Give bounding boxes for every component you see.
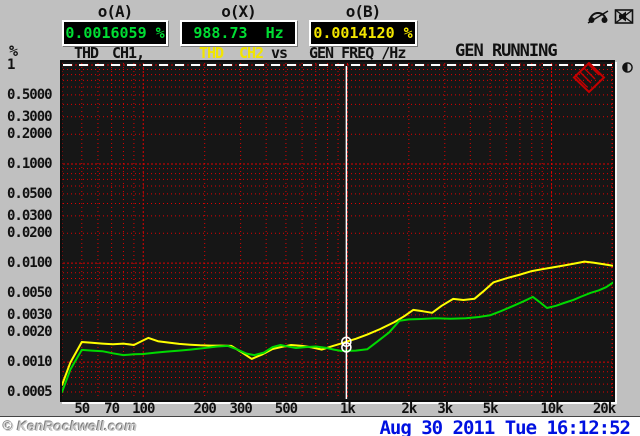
watermark: © KenRockwell.com — [3, 418, 138, 434]
x-tick-label: 200 — [193, 401, 217, 417]
timestamp: Aug 30 2011 Tue 16:12:52 — [379, 417, 631, 436]
x-tick-label: 2k — [401, 401, 417, 417]
speaker-muted-icon — [614, 9, 634, 24]
y-tick-label: 0.0500 — [7, 185, 53, 202]
headset-muted-icon — [587, 10, 609, 24]
x-tick-label: 70 — [104, 401, 120, 417]
readout-b-value: 0.0014120 % — [313, 24, 413, 42]
header-icons — [587, 8, 634, 25]
readout-a-label: o(A) — [97, 2, 134, 21]
thd-vs-frequency-plot — [60, 60, 615, 402]
contrast-icon — [622, 62, 633, 73]
y-tick-label: 0.0005 — [7, 384, 53, 400]
y-tick-label: 0.5000 — [7, 86, 53, 103]
y-tick-label: 0.3000 — [7, 108, 53, 125]
generator-status: GEN RUNNING — [455, 41, 558, 61]
y-tick-label: 0.0030 — [7, 306, 53, 323]
y-tick-label: 0.0300 — [7, 207, 53, 224]
x-tick-label: 100 — [132, 401, 155, 417]
y-tick-label: 0.0200 — [7, 225, 53, 242]
trace-curves — [61, 260, 614, 393]
y-tick-label: 0.0020 — [7, 324, 53, 341]
x-tick-label: 5k — [482, 401, 499, 417]
x-tick-label: 300 — [229, 401, 252, 417]
readout-b-label: o(B) — [345, 2, 382, 21]
readout-b-display: 0.0014120 % — [309, 20, 417, 46]
readout-x-value: 988.73 Hz — [193, 24, 284, 42]
x-tick-label: 50 — [74, 401, 90, 417]
x-tick-label: 10k — [540, 401, 563, 417]
audio-analyzer-screenshot: o(A) 0.0016059 % o(X) 988.73 Hz o(B) 0.0… — [0, 0, 640, 436]
x-tick-label: 1k — [339, 401, 356, 417]
x-tick-label: 3k — [437, 401, 453, 417]
y-tick-label: 0.0100 — [7, 255, 53, 272]
y-tick-label: 0.0010 — [7, 354, 53, 371]
readout-x-display: 988.73 Hz — [180, 20, 297, 46]
y-tick-label: 1 — [7, 57, 16, 73]
y-tick-label: 0.1000 — [7, 156, 53, 173]
thd-chart — [61, 61, 614, 399]
readout-a-display: 0.0016059 % — [62, 20, 168, 46]
readout-x-label: o(X) — [221, 2, 257, 21]
rs-logo-icon — [572, 61, 606, 94]
y-tick-label: 0.0050 — [7, 284, 53, 301]
y-tick-label: 0.2000 — [7, 126, 53, 143]
analyzer-screen: o(A) 0.0016059 % o(X) 988.73 Hz o(B) 0.0… — [0, 0, 640, 417]
readout-a-value: 0.0016059 % — [65, 24, 165, 42]
x-tick-label: 20k — [592, 401, 616, 417]
x-tick-label: 500 — [274, 401, 298, 417]
grid-lines — [61, 63, 614, 399]
sweep-cursor — [341, 66, 352, 399]
